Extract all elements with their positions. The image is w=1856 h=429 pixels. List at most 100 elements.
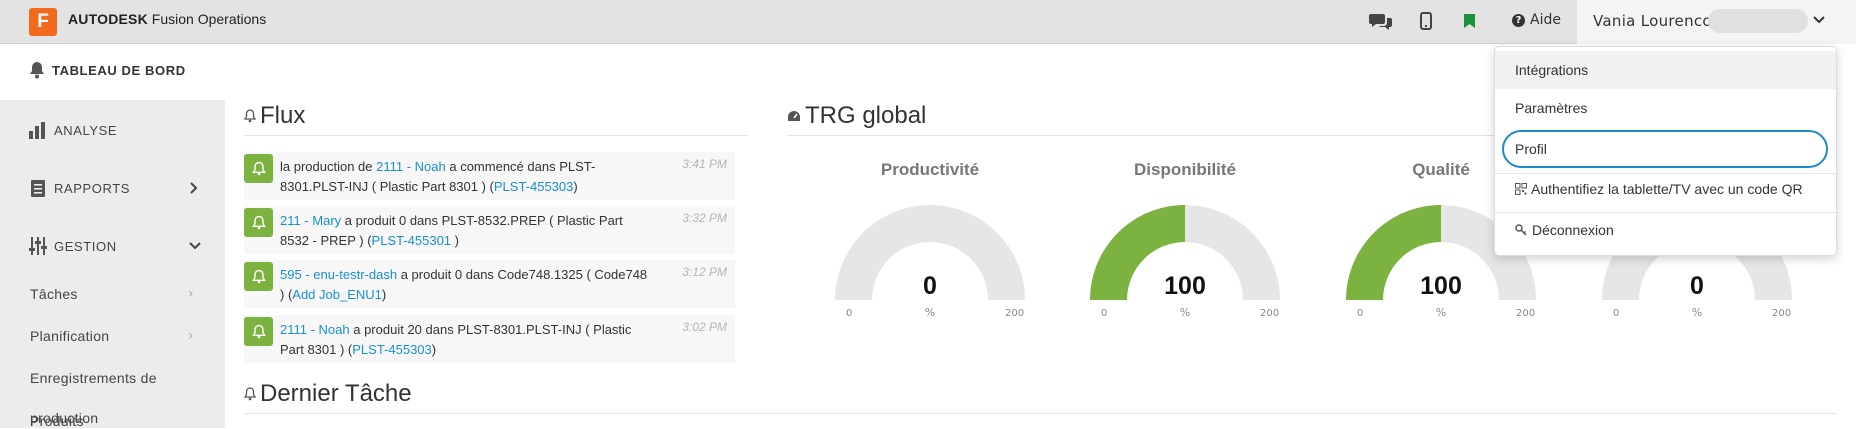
bell-icon — [30, 62, 44, 79]
sidebar-item-gestion[interactable]: GESTION — [28, 236, 117, 256]
feed-text: 2111 - Noah a produit 20 dans PLST-8301.… — [280, 320, 650, 360]
fusion-logo-icon[interactable]: F — [29, 8, 57, 36]
gauge-min: 0 — [846, 308, 853, 319]
sidebar-label: TABLEAU DE BORD — [52, 62, 186, 78]
gauge-title: Disponibilité — [1134, 160, 1236, 179]
menu-item-label: Déconnexion — [1532, 222, 1614, 238]
chat-icon[interactable] — [1369, 10, 1393, 32]
last-task-title-label: Dernier Tâche — [260, 380, 412, 407]
gauge-unit: % — [924, 306, 936, 319]
mobile-icon[interactable] — [1420, 10, 1432, 32]
bar-chart-icon — [29, 122, 45, 139]
user-dropdown-menu: Intégrations Paramètres Profil Authentif… — [1494, 46, 1837, 256]
sidebar-subitem-enregistrements[interactable]: Enregistrements de — [30, 370, 157, 386]
gauge-unit: % — [1179, 306, 1191, 319]
feed-item: la production de 2111 - Noah a commencé … — [244, 152, 735, 200]
feed-title-label: Flux — [260, 102, 306, 129]
feed-timestamp: 3:02 PM — [682, 320, 727, 334]
menu-item-parametres[interactable]: Paramètres — [1495, 89, 1836, 127]
gauge-unit: % — [1435, 306, 1447, 319]
bell-icon — [244, 154, 273, 183]
job-link[interactable]: PLST-455301 — [372, 233, 452, 248]
chevron-right-icon: › — [188, 286, 194, 302]
gauge-max: 200 — [1772, 308, 1792, 319]
bookmark-icon[interactable] — [1464, 10, 1475, 32]
divider — [244, 135, 748, 136]
sliders-icon — [29, 237, 47, 255]
sidebar-subitem-produits[interactable]: Produits — [30, 413, 84, 429]
gauge-value: 0 — [923, 272, 937, 300]
brand-bold: AUTODESK — [68, 11, 148, 27]
operator-link[interactable]: 2111 - Noah — [376, 159, 446, 174]
last-task-title: Dernier Tâche — [244, 380, 412, 408]
gauge-min: 0 — [1613, 308, 1620, 319]
sidebar-subitem-taches[interactable]: Tâches — [30, 286, 78, 302]
chevron-down-icon[interactable] — [1812, 12, 1826, 31]
help-icon: ? — [1512, 13, 1525, 27]
menu-item-profil[interactable]: Profil — [1495, 130, 1836, 168]
feed-timestamp: 3:12 PM — [682, 265, 727, 279]
chevron-right-icon[interactable] — [189, 182, 199, 194]
gauge-value: 100 — [1164, 272, 1206, 300]
feed-item: 2111 - Noah a produit 20 dans PLST-8301.… — [244, 315, 735, 363]
gauge-max: 200 — [1005, 308, 1025, 319]
sidebar-item-analyse[interactable]: ANALYSE — [28, 120, 117, 140]
user-name[interactable]: Vania Lourenco — [1593, 12, 1712, 30]
menu-item-deconnexion[interactable]: Déconnexion — [1495, 211, 1836, 249]
job-link[interactable]: PLST-455303 — [494, 179, 574, 194]
sidebar-subitem-planification[interactable]: Planification — [30, 328, 109, 344]
gauge-max: 200 — [1260, 308, 1280, 319]
feed-timestamp: 3:32 PM — [682, 211, 727, 225]
gauge-max: 200 — [1516, 308, 1536, 319]
feed-text-post: ) — [381, 287, 387, 302]
help-button[interactable]: ? Aide — [1512, 12, 1561, 28]
divider — [244, 413, 1837, 414]
bell-icon — [244, 109, 256, 123]
feed-title: Flux — [244, 102, 305, 130]
qr-code-icon — [1515, 183, 1527, 195]
feed-text-pre: la production de — [280, 159, 377, 174]
chevron-down-icon[interactable] — [189, 241, 201, 251]
gauge-value: 100 — [1420, 272, 1462, 300]
feed-item: 211 - Mary a produit 0 dans PLST-8532.PR… — [244, 206, 735, 254]
sidebar-item-rapports[interactable]: RAPPORTS — [28, 178, 130, 198]
trg-title-label: TRG global — [805, 102, 927, 129]
bell-icon — [244, 262, 273, 291]
menu-item-qr-auth[interactable]: Authentifiez la tablette/TV avec un code… — [1495, 170, 1836, 208]
feed-text: la production de 2111 - Noah a commencé … — [280, 157, 650, 197]
gauge-min: 0 — [1357, 308, 1364, 319]
gauge-value: 0 — [1690, 272, 1704, 300]
feed-text: 595 - enu-testr-dash a produit 0 dans Co… — [280, 265, 650, 305]
menu-item-label: Authentifiez la tablette/TV avec un code… — [1531, 181, 1803, 197]
top-bar: F AUTODESK Fusion Operations ? Aide Vani… — [0, 0, 1856, 44]
feed-text-post: ) — [431, 342, 437, 357]
help-label: Aide — [1530, 12, 1561, 28]
operator-link[interactable]: 211 - Mary — [280, 213, 341, 228]
bell-icon — [244, 208, 273, 237]
dashboard-gauge-icon — [788, 111, 800, 121]
gauge-title: Productivité — [880, 160, 980, 179]
brand-name: AUTODESK Fusion Operations — [68, 11, 266, 27]
sidebar-label: ANALYSE — [54, 122, 118, 138]
gauge-unit: % — [1691, 306, 1703, 319]
gauge-min: 0 — [1101, 308, 1108, 319]
feed-item: 595 - enu-testr-dash a produit 0 dans Co… — [244, 260, 735, 308]
feed-text-post: ) — [573, 179, 578, 194]
menu-item-integrations[interactable]: Intégrations — [1495, 51, 1836, 89]
report-icon — [31, 180, 45, 197]
key-icon — [1515, 224, 1527, 236]
operator-link[interactable]: 595 - enu-testr-dash — [280, 267, 397, 282]
bell-icon — [244, 317, 273, 346]
trg-title: TRG global — [787, 102, 926, 130]
job-link[interactable]: Add Job_ENU1 — [292, 287, 382, 302]
operator-link[interactable]: 2111 - Noah — [280, 322, 350, 337]
bell-icon — [244, 387, 256, 401]
brand-rest: Fusion Operations — [147, 11, 267, 27]
job-link[interactable]: PLST-455303 — [352, 342, 432, 357]
chevron-right-icon: › — [188, 328, 194, 344]
gauge: Disponibilité 100% 0 200 — [1080, 160, 1290, 330]
sidebar-label: RAPPORTS — [54, 180, 131, 196]
feed-text: 211 - Mary a produit 0 dans PLST-8532.PR… — [280, 211, 650, 251]
sidebar-item-dashboard[interactable]: TABLEAU DE BORD — [28, 61, 186, 79]
user-badge — [1708, 9, 1808, 33]
